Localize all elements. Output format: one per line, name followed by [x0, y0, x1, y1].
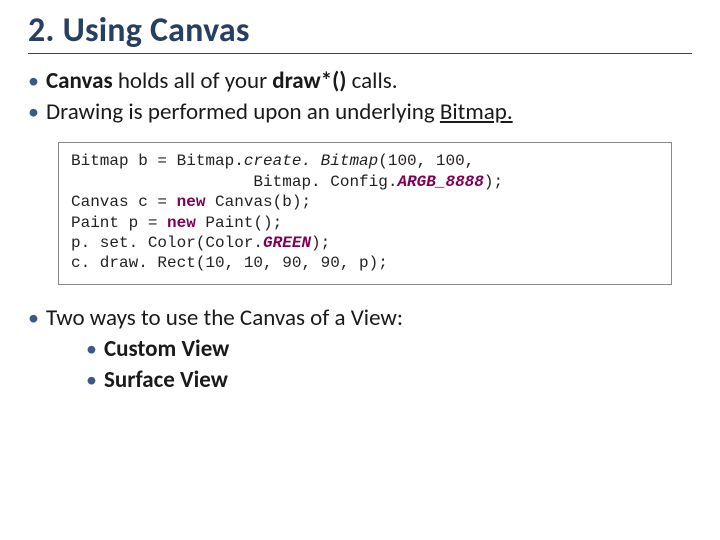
bullet-list-top: Canvas holds all of your draw*() calls. …: [28, 66, 692, 128]
text-bold: Surface View: [104, 366, 228, 394]
text-span: calls.: [346, 67, 397, 95]
code-text: Paint();: [196, 214, 282, 232]
code-constant: GREEN: [263, 234, 311, 252]
text-bold: Custom View: [104, 335, 229, 363]
slide-title: 2. Using Canvas: [28, 10, 692, 54]
code-constant: ARGB_8888: [397, 173, 483, 191]
code-keyword: new: [177, 193, 206, 211]
sub-bullet-item: Custom View: [86, 334, 692, 365]
sub-bullet-item: Surface View: [86, 365, 692, 396]
bullet-item: Two ways to use the Canvas of a View: Cu…: [28, 303, 692, 396]
text-span: Drawing is performed upon an underlying: [46, 98, 440, 126]
text-underline: Bitmap.: [440, 98, 513, 126]
code-text: );: [311, 234, 330, 252]
code-text: Bitmap. Config.: [71, 173, 397, 191]
code-text: Bitmap b = Bitmap.: [71, 152, 244, 170]
bullet-item: Drawing is performed upon an underlying …: [28, 97, 692, 128]
code-text: );: [484, 173, 503, 191]
bullet-list-bottom: Two ways to use the Canvas of a View: Cu…: [28, 303, 692, 396]
code-text: c. draw. Rect(10, 10, 90, 90, p);: [71, 254, 388, 272]
code-text: (100, 100,: [378, 152, 474, 170]
code-text: Canvas c =: [71, 193, 177, 211]
code-block: Bitmap b = Bitmap.create. Bitmap(100, 10…: [58, 142, 672, 285]
code-text: Canvas(b);: [205, 193, 311, 211]
code-italic: create. Bitmap: [244, 152, 378, 170]
code-keyword: new: [167, 214, 196, 232]
bullet-item: Canvas holds all of your draw*() calls.: [28, 66, 692, 97]
code-text: Paint p =: [71, 214, 167, 232]
text-span: holds all of your: [113, 67, 273, 95]
sub-bullet-list: Custom View Surface View: [46, 334, 692, 396]
text-bold: draw*(): [272, 67, 346, 95]
code-text: p. set. Color(Color.: [71, 234, 263, 252]
text-bold: Canvas: [46, 67, 113, 95]
text-span: Two ways to use the Canvas of a View:: [46, 304, 403, 332]
